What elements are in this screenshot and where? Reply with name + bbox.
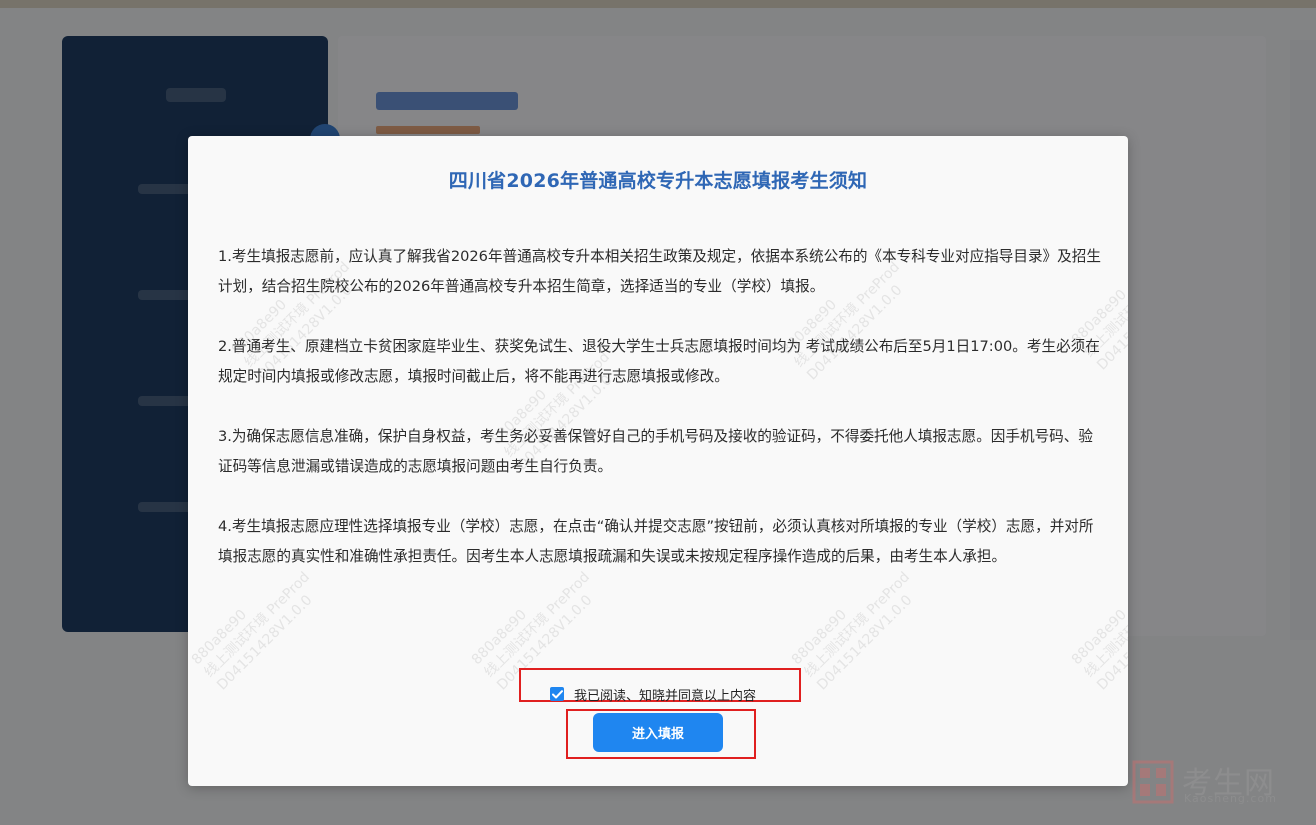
agree-checkbox[interactable]	[550, 687, 564, 701]
logo-mark-icon	[1132, 760, 1174, 804]
notice-paragraph: 3.为确保志愿信息准确，保护自身权益，考生务必妥善保管好自己的手机号码及接收的验…	[218, 428, 1093, 475]
agree-checkbox-row[interactable]: 我已阅读、知晓并同意以上内容	[550, 684, 756, 704]
modal-title: 四川省2026年普通高校专升本志愿填报考生须知	[448, 170, 868, 192]
checkmark-icon	[551, 689, 563, 698]
notice-paragraph: 1.考生填报志愿前，应认真了解我省2026年普通高校专升本相关招生政策及规定，依…	[218, 248, 1101, 295]
notice-paragraph: 2.普通考生、原建档立卡贫困家庭毕业生、获奖免试生、退役大学生士兵志愿填报时间均…	[218, 338, 1100, 385]
notice-modal: 四川省2026年普通高校专升本志愿填报考生须知 1.考生填报志愿前，应认真了解我…	[188, 136, 1128, 786]
logo-subtext: Kaosheng.com	[1184, 792, 1277, 805]
agree-label: 我已阅读、知晓并同意以上内容	[574, 688, 757, 704]
site-logo: 考生网 Kaosheng.com	[1132, 758, 1302, 808]
notice-content: 1.考生填报志愿前，应认真了解我省2026年普通高校专升本相关招生政策及规定，依…	[218, 242, 1103, 602]
enter-fill-button[interactable]: 进入填报	[593, 713, 723, 752]
notice-paragraph: 4.考生填报志愿应理性选择填报专业（学校）志愿，在点击“确认并提交志愿”按钮前，…	[218, 518, 1094, 565]
